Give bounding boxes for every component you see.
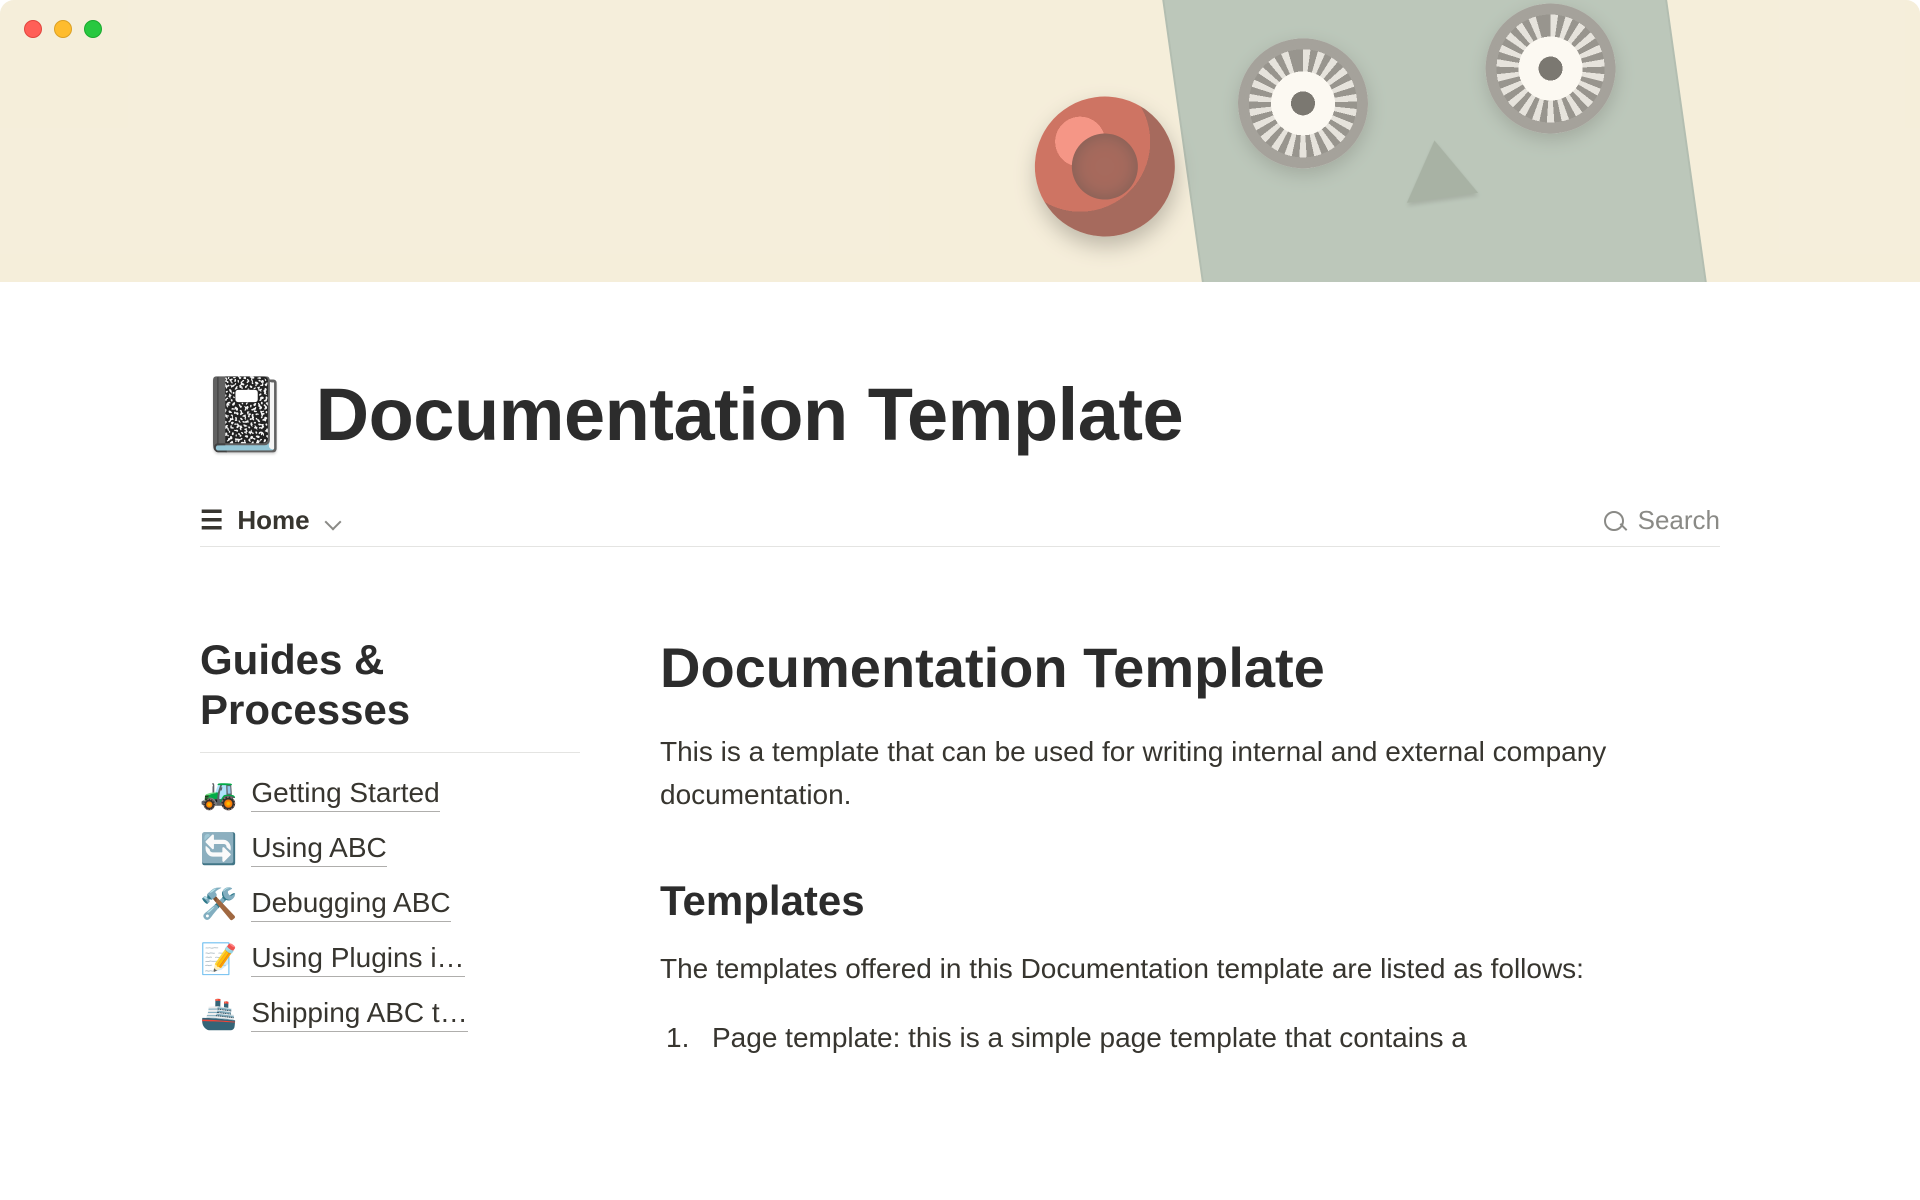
search-icon: [1602, 509, 1626, 533]
view-selector[interactable]: ☰ Home: [200, 505, 342, 536]
chevron-down-icon: [324, 512, 342, 530]
ship-icon: 🚢: [200, 997, 237, 1032]
content-body-paragraph[interactable]: The templates offered in this Documentat…: [660, 947, 1720, 990]
list-view-icon: ☰: [200, 505, 223, 536]
cover-image[interactable]: [0, 0, 1920, 282]
sidebar-item-using-abc[interactable]: 🔄 Using ABC: [200, 832, 580, 867]
tractor-icon: 🚜: [200, 777, 237, 812]
sidebar-divider: [200, 752, 580, 753]
sidebar-heading: Guides & Processes: [200, 635, 580, 736]
sidebar: Guides & Processes 🚜 Getting Started 🔄 U…: [200, 635, 580, 1060]
page-icon[interactable]: 📓: [200, 379, 290, 451]
sidebar-item-shipping-abc[interactable]: 🚢 Shipping ABC t…: [200, 997, 580, 1032]
page-title-row: 📓 Documentation Template: [200, 372, 1720, 457]
sidebar-item-label: Debugging ABC: [251, 887, 450, 922]
sidebar-list: 🚜 Getting Started 🔄 Using ABC 🛠️ Debuggi…: [200, 777, 580, 1032]
sidebar-item-debugging-abc[interactable]: 🛠️ Debugging ABC: [200, 887, 580, 922]
search-button[interactable]: Search: [1602, 505, 1720, 536]
body-grid: Guides & Processes 🚜 Getting Started 🔄 U…: [200, 635, 1720, 1060]
templates-ordered-list: Page template: this is a simple page tem…: [660, 1016, 1720, 1059]
window-controls: [24, 20, 102, 38]
sidebar-item-using-plugins[interactable]: 📝 Using Plugins i…: [200, 942, 580, 977]
app-window: 📓 Documentation Template ☰ Home Search G…: [0, 0, 1920, 1200]
view-name: Home: [237, 505, 309, 536]
database-view-bar: ☰ Home Search: [200, 505, 1720, 547]
content-heading[interactable]: Documentation Template: [660, 635, 1720, 700]
sidebar-item-label: Shipping ABC t…: [251, 997, 467, 1032]
tools-icon: 🛠️: [200, 887, 237, 922]
page-content: 📓 Documentation Template ☰ Home Search G…: [0, 372, 1920, 1060]
sidebar-item-label: Using ABC: [251, 832, 386, 867]
memo-icon: 📝: [200, 942, 237, 977]
sidebar-item-getting-started[interactable]: 🚜 Getting Started: [200, 777, 580, 812]
refresh-icon: 🔄: [200, 832, 237, 867]
content-lead-paragraph[interactable]: This is a template that can be used for …: [660, 730, 1720, 817]
main-content: Documentation Template This is a templat…: [660, 635, 1720, 1060]
search-label: Search: [1638, 505, 1720, 536]
sidebar-item-label: Getting Started: [251, 777, 439, 812]
minimize-window-button[interactable]: [54, 20, 72, 38]
templates-list-item[interactable]: Page template: this is a simple page tem…: [712, 1016, 1720, 1059]
maximize-window-button[interactable]: [84, 20, 102, 38]
content-subheading[interactable]: Templates: [660, 877, 1720, 925]
sidebar-item-label: Using Plugins i…: [251, 942, 464, 977]
close-window-button[interactable]: [24, 20, 42, 38]
page-title[interactable]: Documentation Template: [316, 372, 1184, 457]
